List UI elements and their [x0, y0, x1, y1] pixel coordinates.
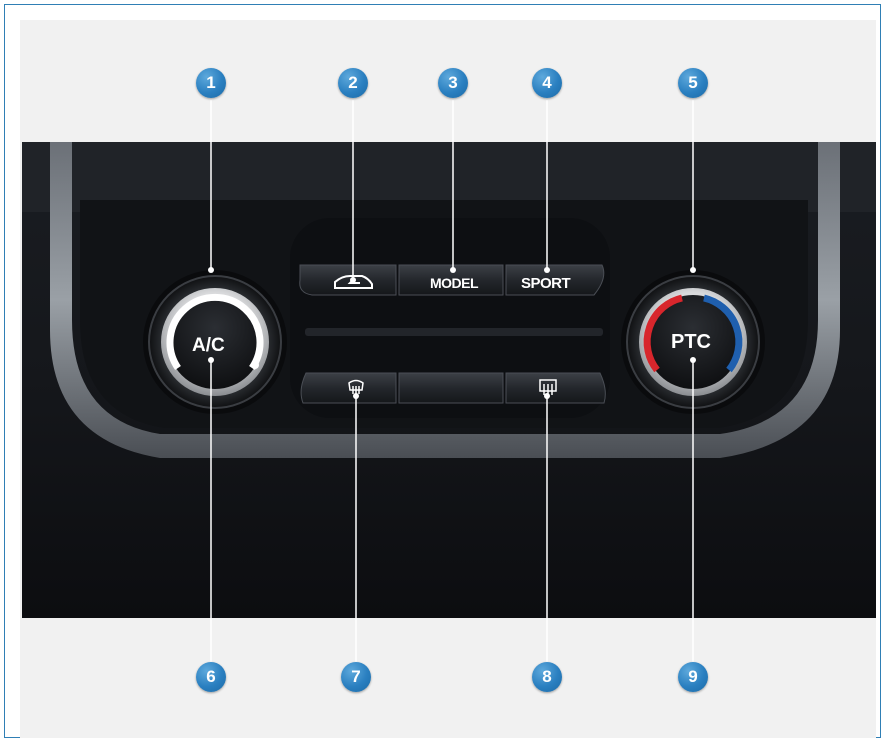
- model-button-label: MODEL: [430, 275, 479, 291]
- callout-5: 5: [678, 68, 708, 98]
- callout-3: 3: [438, 68, 468, 98]
- climate-control-photo: [22, 100, 876, 665]
- callout-6: 6: [196, 662, 226, 692]
- callout-4: 4: [532, 68, 562, 98]
- callout-1: 1: [196, 68, 226, 98]
- callout-2: 2: [338, 68, 368, 98]
- callout-8: 8: [532, 662, 562, 692]
- center-blank-button[interactable]: [398, 372, 504, 404]
- ac-knob-label: A/C: [192, 335, 225, 356]
- recirculation-button[interactable]: [299, 264, 397, 296]
- center-slot: [305, 328, 603, 336]
- ptc-knob-label: PTC: [671, 331, 711, 353]
- callout-9: 9: [678, 662, 708, 692]
- callout-7: 7: [341, 662, 371, 692]
- front-defrost-button[interactable]: [300, 372, 397, 404]
- sport-button-label: SPORT: [521, 275, 571, 292]
